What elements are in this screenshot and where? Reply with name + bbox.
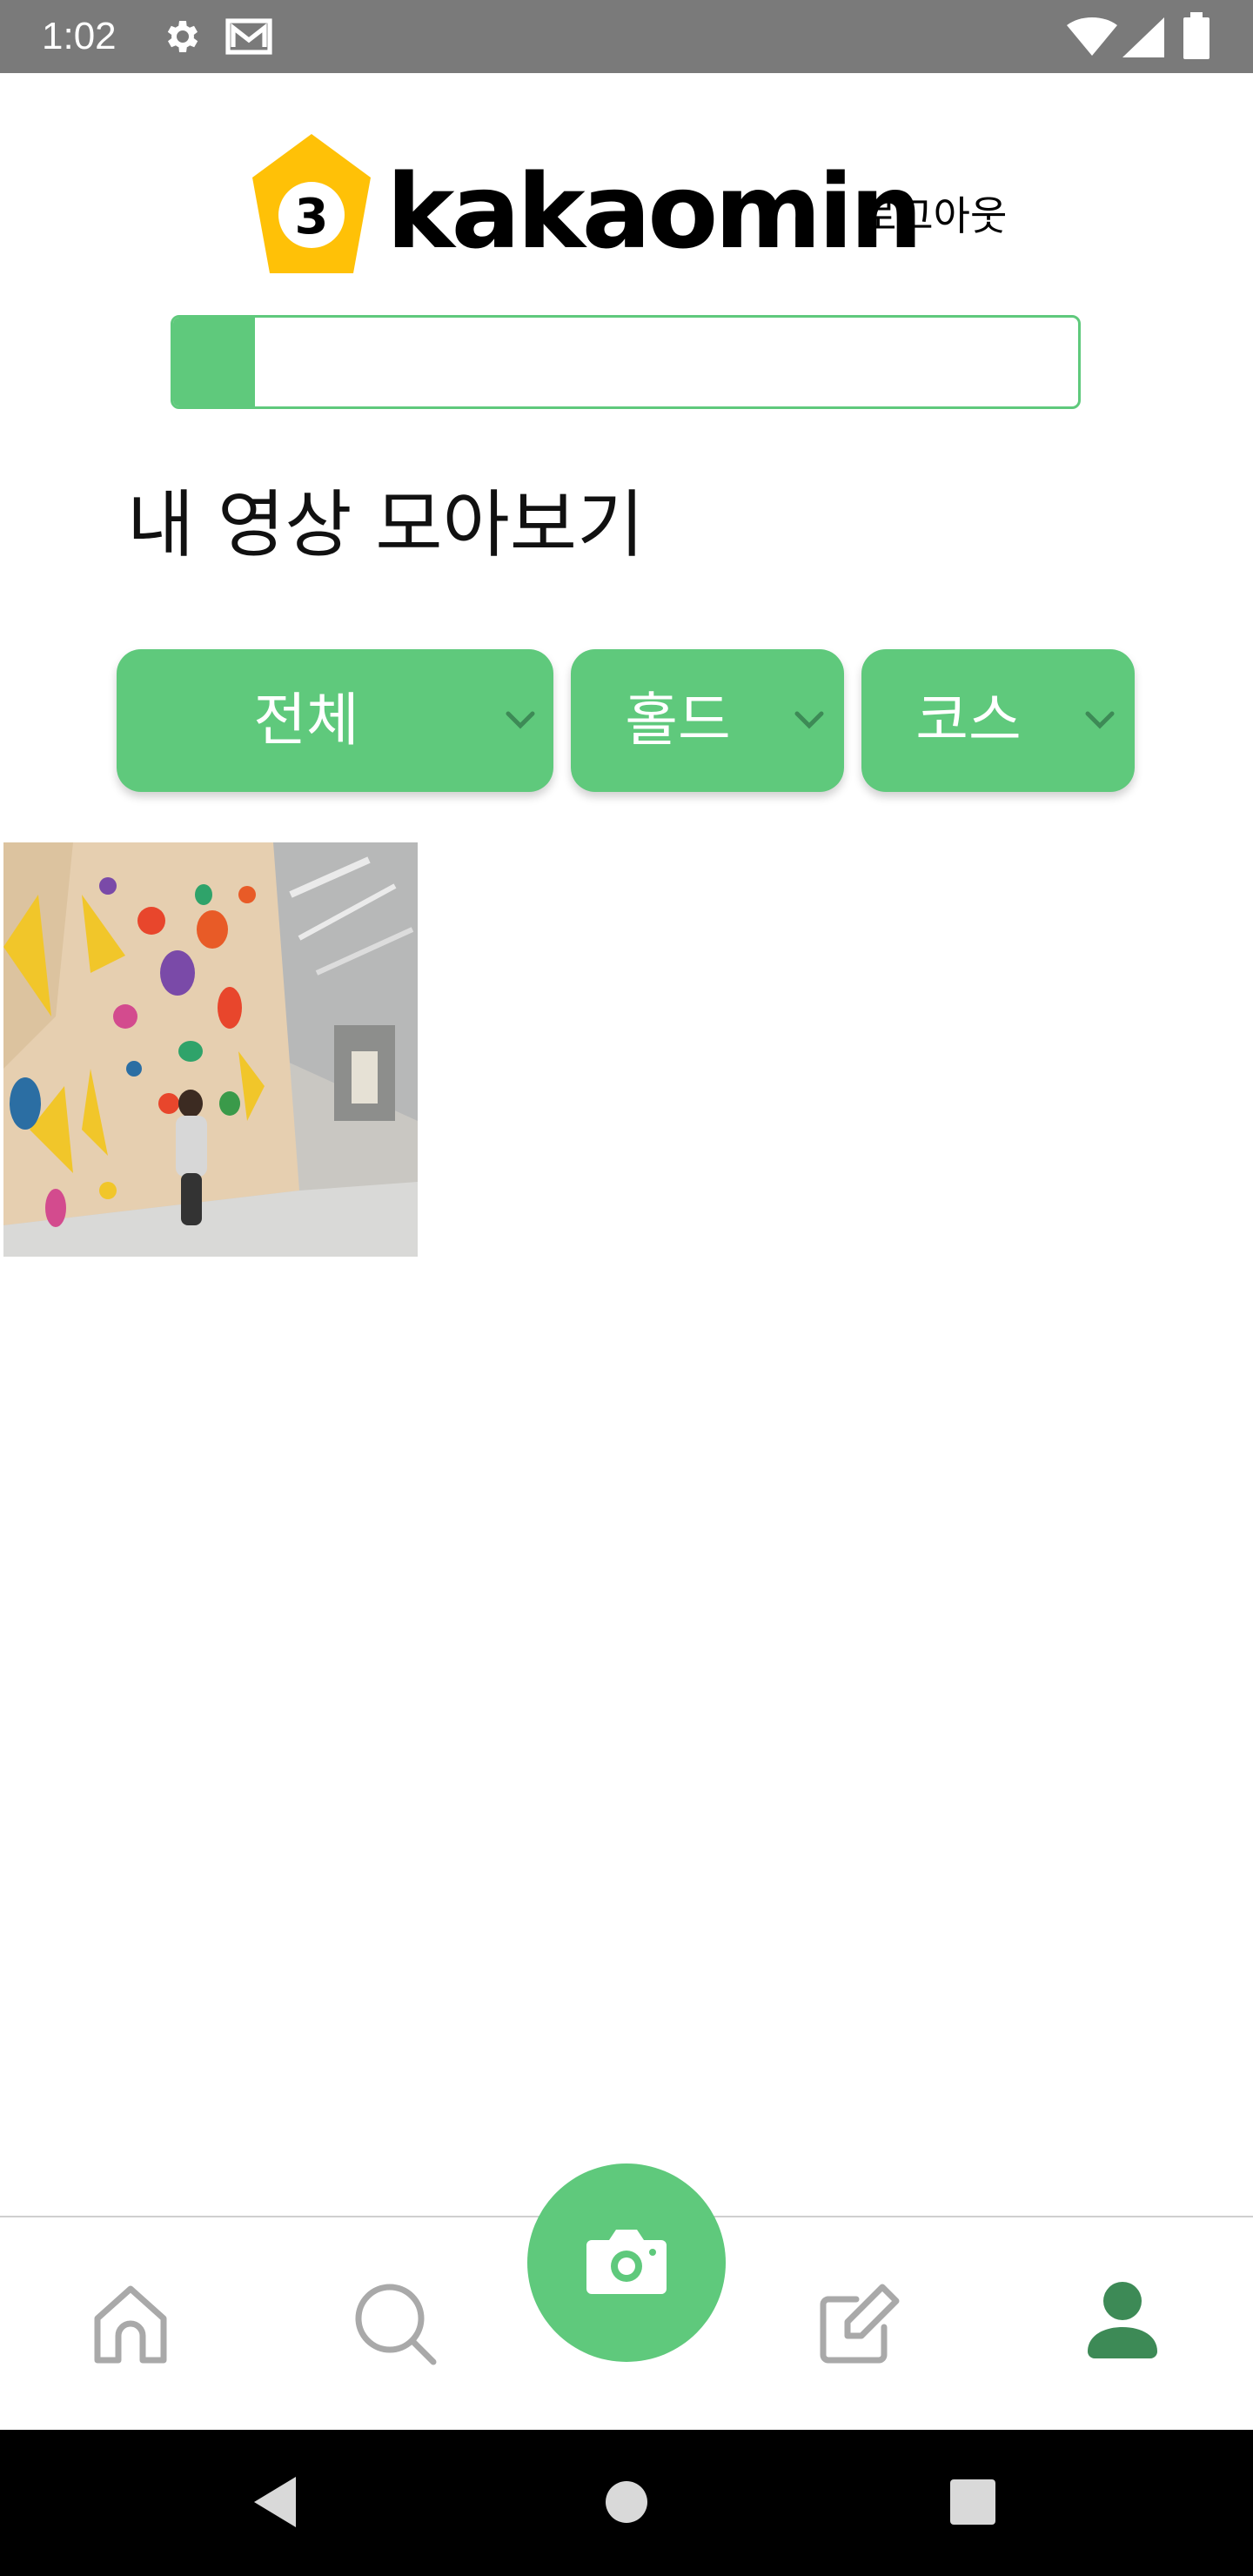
battery-icon: [1183, 12, 1209, 59]
chevron-down-icon: [1085, 711, 1115, 729]
mail-icon: [225, 18, 272, 55]
gear-icon: [167, 21, 198, 52]
camera-icon: [586, 2230, 667, 2294]
filter-course-label: 코스: [915, 687, 1022, 754]
android-nav-bar: [0, 2430, 1253, 2576]
climbing-wall-image: [3, 842, 418, 1257]
signal-icon: [1122, 17, 1164, 57]
status-time: 1:02: [42, 15, 117, 57]
page-title: 내 영상 모아보기: [127, 482, 645, 567]
profile-icon[interactable]: [1079, 2277, 1166, 2364]
logo-badge-number: 3: [295, 189, 329, 245]
logo-badge-icon: 3: [252, 134, 371, 273]
wifi-icon: [1067, 17, 1117, 56]
home-circle-icon[interactable]: [604, 2473, 649, 2531]
search-icon[interactable]: [352, 2280, 439, 2367]
filter-course-dropdown[interactable]: 코스: [861, 649, 1135, 792]
recents-icon[interactable]: [948, 2473, 997, 2531]
camera-button[interactable]: [527, 2163, 726, 2362]
filter-hold-dropdown[interactable]: 홀드: [571, 649, 844, 792]
filter-all-dropdown[interactable]: 전체: [117, 649, 553, 792]
chevron-down-icon: [794, 711, 824, 729]
logout-button[interactable]: 로그아웃: [860, 190, 1007, 242]
back-icon[interactable]: [249, 2473, 305, 2531]
home-icon[interactable]: [87, 2280, 174, 2367]
filter-all-label: 전체: [253, 687, 359, 754]
app-logo: kakaomin: [386, 151, 923, 272]
progress-bar: [171, 315, 1081, 409]
filter-hold-label: 홀드: [625, 687, 731, 754]
status-bar: 1:02: [0, 0, 1253, 73]
video-thumbnail[interactable]: [3, 842, 418, 1257]
edit-icon[interactable]: [816, 2280, 903, 2367]
chevron-down-icon: [506, 711, 535, 729]
progress-fill: [173, 318, 255, 406]
